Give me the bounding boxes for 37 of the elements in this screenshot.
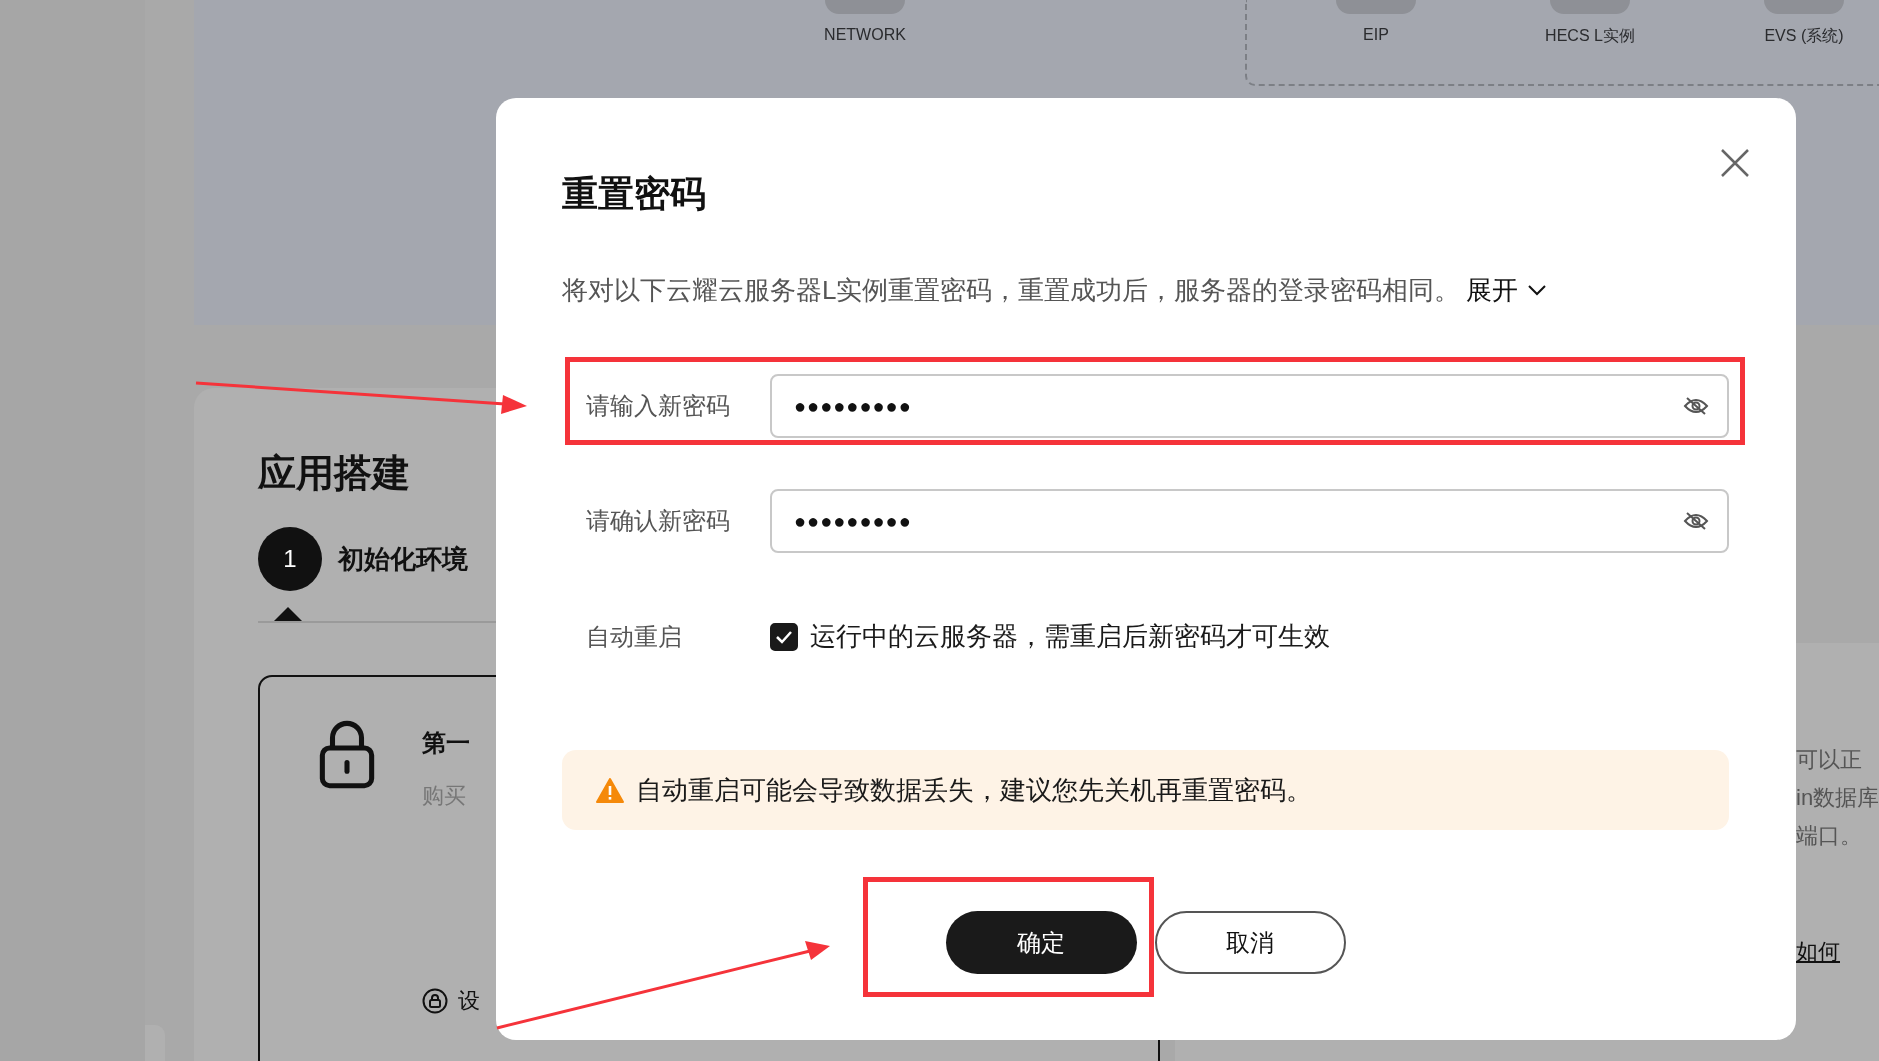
step-title: 第一: [422, 728, 470, 758]
chevron-down-icon: [1528, 285, 1547, 296]
dialog-description: 将对以下云耀云服务器L实例重置密码，重置成功后，服务器的登录密码相同。: [562, 274, 1461, 307]
field-label: 请输入新密码: [585, 391, 731, 421]
dialog-title: 重置密码: [562, 172, 706, 216]
section-title: 应用搭建: [258, 451, 410, 496]
node-label: HECS L实例: [1545, 26, 1635, 46]
close-button[interactable]: [1720, 148, 1750, 178]
warning-text: 自动重启可能会导致数据丢失，建议您先关机再重置密码。: [636, 773, 1312, 807]
lock-icon: [318, 719, 376, 789]
password-field[interactable]: ●●●●●●●●●: [770, 489, 1729, 553]
eye-hidden-icon[interactable]: [1683, 511, 1709, 531]
step-label[interactable]: 初始化环境: [338, 541, 468, 577]
checkbox[interactable]: [770, 622, 798, 651]
help-link[interactable]: 如何: [1796, 937, 1879, 967]
lock-circle-icon: [422, 988, 448, 1014]
node-label: NETWORK: [824, 26, 906, 44]
cancel-button[interactable]: 取消: [1154, 911, 1346, 974]
checkbox-label[interactable]: 运行中的云服务器，需重启后新密码才可生效: [810, 619, 1330, 654]
node-label: EVS (系统): [1764, 26, 1844, 46]
password-field[interactable]: ●●●●●●●●●: [770, 374, 1729, 438]
confirm-button[interactable]: 确定: [945, 911, 1137, 974]
pointer-icon: [274, 607, 302, 621]
close-icon: [1720, 148, 1750, 178]
field-label: 自动重启: [585, 621, 683, 652]
setting-link[interactable]: 设: [458, 986, 480, 1016]
check-icon: [775, 629, 793, 644]
step-number: 1: [258, 527, 322, 591]
warning-icon: [596, 777, 624, 803]
field-label: 请确认新密码: [585, 506, 731, 536]
eye-hidden-icon[interactable]: [1683, 396, 1709, 416]
info-text: in数据库: [1796, 784, 1879, 812]
step-description: 购买: [422, 782, 466, 810]
info-text: 端口。: [1796, 822, 1863, 850]
node-label: EIP: [1363, 26, 1389, 44]
info-text: 可以正: [1796, 746, 1863, 774]
expand-link[interactable]: 展开: [1466, 273, 1547, 308]
